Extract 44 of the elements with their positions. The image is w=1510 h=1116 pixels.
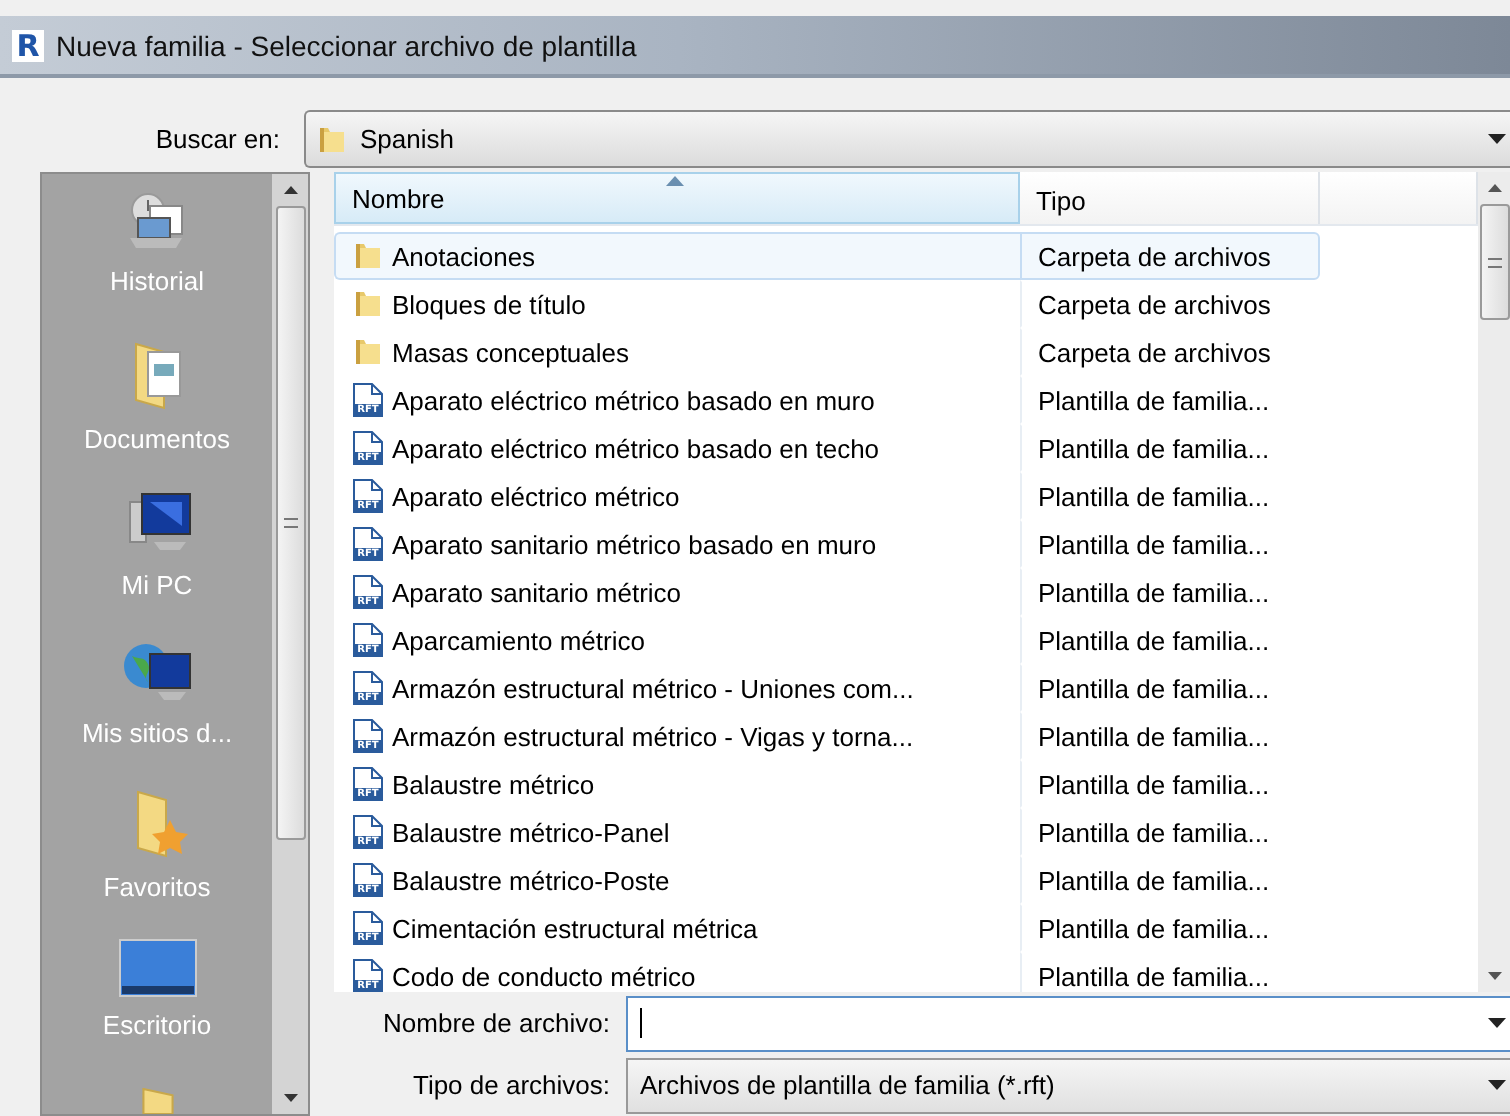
file-type-cell: Plantilla de familia...	[1020, 904, 1320, 952]
scroll-down-arrow-icon[interactable]	[283, 1094, 297, 1102]
scrollbar[interactable]	[272, 174, 308, 1114]
file-list-item[interactable]: Anotaciones	[334, 232, 1020, 280]
file-type-label: Tipo de archivos:	[410, 1070, 612, 1100]
file-type-cell: Plantilla de familia...	[1020, 808, 1320, 856]
file-name-field[interactable]	[626, 995, 1510, 1051]
look-in-dropdown[interactable]: Spanish	[304, 110, 1510, 168]
folder-icon	[352, 240, 384, 272]
dropdown-arrow-icon	[1488, 1018, 1506, 1028]
file-type-cell: Carpeta de archivos	[1020, 328, 1320, 376]
file-type-cell: Plantilla de familia...	[1020, 760, 1320, 808]
folder-icon	[141, 1087, 173, 1114]
file-type-cell: Plantilla de familia...	[1020, 376, 1320, 424]
scroll-up-arrow-icon[interactable]	[283, 186, 297, 194]
file-type-cell: Plantilla de familia...	[1020, 424, 1320, 472]
window-title: Nueva familia - Seleccionar archivo de plantilla	[56, 29, 637, 61]
column-header[interactable]: Nombre	[334, 172, 1020, 224]
file-type-cell: Plantilla de familia...	[1020, 616, 1320, 664]
file-type-cell: Plantilla de familia...	[1020, 472, 1320, 520]
file-type-cell: Plantilla de familia...	[1020, 568, 1320, 616]
file-list-item[interactable]: Masas conceptuales	[334, 328, 1020, 376]
dropdown-arrow-icon	[1488, 134, 1506, 144]
file-type-cell: Plantilla de familia...	[1020, 856, 1320, 904]
file-type-dropdown[interactable]: Archivos de plantilla de familia (*.rft)	[626, 1057, 1510, 1113]
folder-icon	[316, 123, 348, 155]
file-type-cell: Plantilla de familia...	[1020, 664, 1320, 712]
sort-ascending-icon	[666, 176, 684, 186]
app-logo: R	[12, 29, 44, 61]
scrollbar[interactable]	[1478, 172, 1510, 992]
folder-icon	[352, 288, 384, 320]
file-type-cell: Carpeta de archivos	[1020, 232, 1320, 280]
file-type-cell: Plantilla de familia...	[1020, 712, 1320, 760]
scroll-down-arrow-icon[interactable]	[1487, 972, 1501, 980]
look-in-label: Buscar en:	[153, 124, 282, 154]
column-header[interactable]: Tipo	[1020, 172, 1320, 224]
folder-icon	[352, 336, 384, 368]
scroll-up-arrow-icon[interactable]	[1487, 184, 1501, 192]
dropdown-arrow-icon	[1488, 1080, 1506, 1090]
file-type-cell: Plantilla de familia...	[1020, 520, 1320, 568]
desktop-icon	[117, 938, 197, 999]
file-type-cell: Carpeta de archivos	[1020, 280, 1320, 328]
file-list-item[interactable]: Bloques de título	[334, 280, 1020, 328]
file-name-label: Nombre de archivo:	[381, 1008, 612, 1038]
